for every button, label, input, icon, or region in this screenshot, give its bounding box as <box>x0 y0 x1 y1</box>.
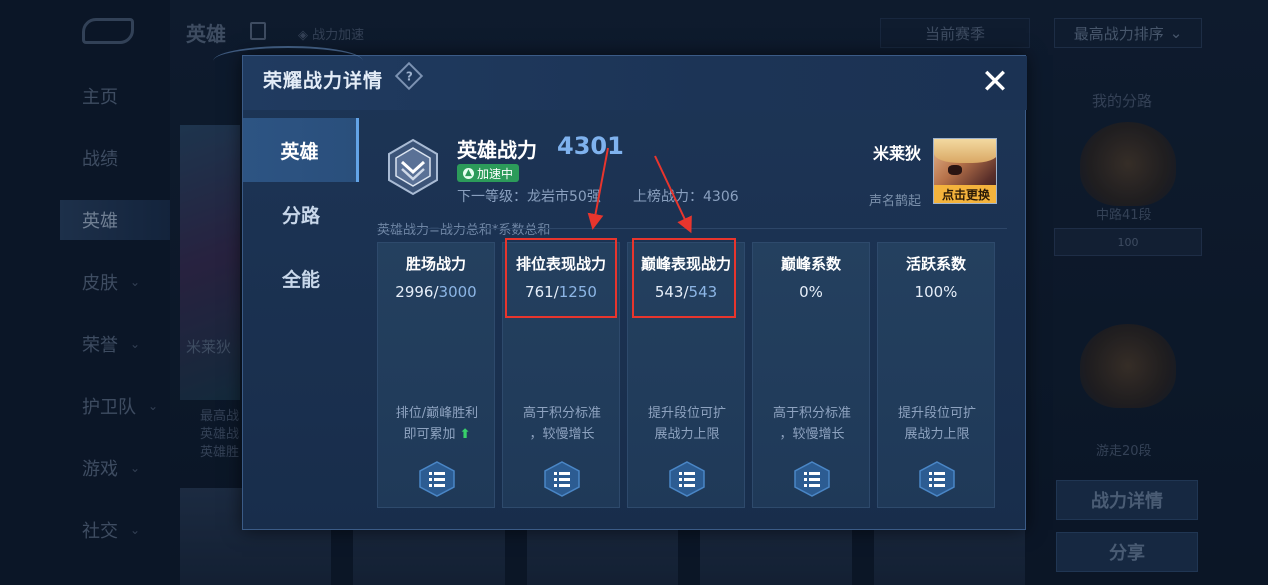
card-title: 活跃系数 <box>905 255 966 273</box>
card-desc: 提升段位可扩 展战力上限 <box>636 403 738 445</box>
card-desc-text: 即可累加 <box>403 427 456 442</box>
speed-badge-label: 加速中 <box>477 166 514 181</box>
speed-badge: ▲ 加速中 <box>457 164 520 182</box>
card-value: 2996/3000 <box>395 283 477 301</box>
power-card-wins: 胜场战力 2996/3000 排位/巅峰胜利即可累加 ⬆ <box>377 242 495 508</box>
card-desc-line: 展战力上限 <box>904 427 970 442</box>
annotation-highlight-box <box>632 238 736 318</box>
card-desc: 排位/巅峰胜利即可累加 ⬆ <box>386 403 488 445</box>
card-value-current: 2996 <box>395 283 434 301</box>
list-detail-icon[interactable] <box>543 461 581 497</box>
card-value-max: 3000 <box>438 283 477 301</box>
card-desc: 高于积分标准 ，较慢增长 <box>511 403 613 445</box>
card-desc-line: 展战力上限 <box>654 427 720 442</box>
list-detail-icon[interactable] <box>668 461 706 497</box>
list-detail-icon[interactable] <box>918 461 956 497</box>
tab-lane[interactable]: 分路 <box>243 182 359 246</box>
boost-icon: ▲ <box>463 167 474 179</box>
tab-label: 全能 <box>281 268 320 291</box>
hero-portrait-avatar[interactable]: 点击更换 <box>933 138 997 204</box>
power-card-active-coef: 活跃系数 100% 提升段位可扩 展战力上限 <box>877 242 995 508</box>
hero-power-label: 英雄战力 <box>457 138 537 162</box>
list-power-text: 上榜战力：4306 <box>633 189 739 205</box>
tab-allround[interactable]: 全能 <box>243 246 359 310</box>
up-arrow-icon: ⬆ <box>459 427 471 442</box>
tab-hero[interactable]: 英雄 <box>243 118 359 182</box>
card-title: 胜场战力 <box>405 255 466 273</box>
power-summary: 英雄战力 4301 ▲ 加速中 下一等级：龙岩市50强 上榜战力：4306 米莱狄… <box>377 126 1007 226</box>
tab-label: 英雄 <box>280 140 319 163</box>
portrait-eyepatch <box>948 165 962 175</box>
hero-name: 米莱狄 <box>873 144 922 163</box>
portrait-hair <box>934 139 996 163</box>
change-hero-button[interactable]: 点击更换 <box>934 185 996 203</box>
power-card-peak-coef: 巅峰系数 0% 高于积分标准 ，较慢增长 <box>752 242 870 508</box>
card-desc-line: ，较慢增长 <box>529 427 595 442</box>
tab-label: 分路 <box>281 204 320 227</box>
power-emblem-icon <box>388 138 438 196</box>
card-desc-line: 即可累加 ⬆ <box>386 424 488 445</box>
card-desc-line: 提升段位可扩 <box>647 406 726 421</box>
card-desc: 高于积分标准 ，较慢增长 <box>761 403 863 445</box>
divider <box>377 228 1007 229</box>
card-title: 巅峰系数 <box>780 255 841 273</box>
card-value: 0% <box>799 283 823 301</box>
card-desc: 提升段位可扩 展战力上限 <box>886 403 988 445</box>
close-icon: ✕ <box>980 62 1010 102</box>
help-icon-glyph: ? <box>405 69 413 83</box>
next-level-text: 下一等级：龙岩市50强 <box>457 189 601 205</box>
card-desc-line: 高于积分标准 <box>522 406 601 421</box>
list-detail-icon[interactable] <box>793 461 831 497</box>
annotation-highlight-box <box>505 238 617 318</box>
modal-title: 荣耀战力详情 <box>263 70 384 92</box>
card-desc-line: 高于积分标准 <box>772 406 851 421</box>
card-desc-line: 提升段位可扩 <box>897 406 976 421</box>
card-value: 100% <box>914 283 958 301</box>
list-detail-icon[interactable] <box>418 461 456 497</box>
close-button[interactable]: ✕ <box>975 62 1015 102</box>
hero-fame-title: 声名鹊起 <box>869 194 922 209</box>
card-desc-line: ，较慢增长 <box>779 427 845 442</box>
hero-power-value: 4301 <box>557 132 624 160</box>
modal-tabs: 英雄 分路 全能 <box>243 118 359 310</box>
card-desc-line: 排位/巅峰胜利 <box>395 406 479 421</box>
